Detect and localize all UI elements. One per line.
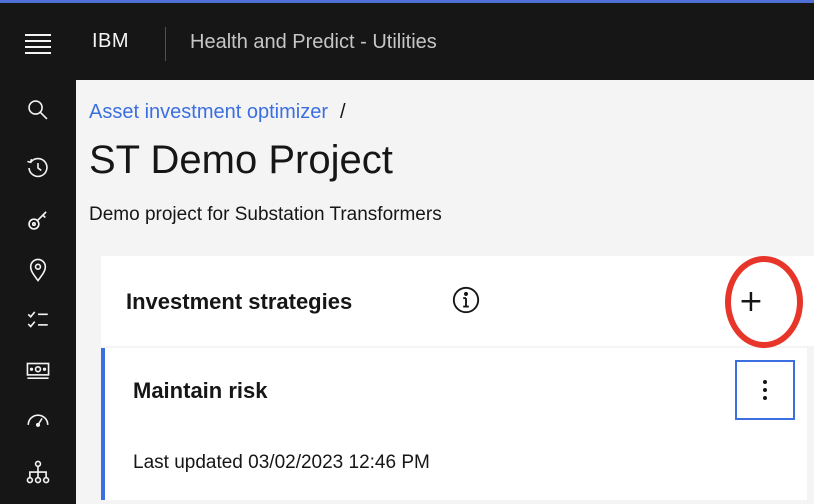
gauge-icon[interactable] [24,406,52,434]
last-updated-text: Last updated 03/02/2023 12:46 PM [133,452,430,473]
page-title: ST Demo Project [89,138,393,182]
header-divider [165,27,166,61]
location-pin-icon[interactable] [24,256,52,284]
hierarchy-icon[interactable] [24,458,52,486]
side-navigation [0,80,76,504]
asset-key-icon[interactable] [24,206,52,234]
breadcrumb-link-asset-investment-optimizer[interactable]: Asset investment optimizer [89,101,328,123]
information-icon[interactable] [451,285,481,315]
brand-logo: IBM [92,30,130,52]
recent-history-icon[interactable] [24,154,52,182]
strategy-name: Maintain risk [133,378,268,403]
breadcrumb: Asset investment optimizer / [89,101,346,124]
checklist-icon[interactable] [24,306,52,334]
section-title: Investment strategies [126,289,353,314]
hamburger-menu-icon[interactable] [25,34,51,54]
search-icon[interactable] [24,96,52,124]
investment-strategies-header: Investment strategies + [101,256,814,346]
page-description: Demo project for Substation Transformers [89,204,442,225]
overflow-menu-icon[interactable] [735,360,795,420]
money-icon[interactable] [24,356,52,384]
add-strategy-button[interactable]: + [726,276,776,326]
top-header-bar: IBM Health and Predict - Utilities [0,0,814,80]
breadcrumb-separator: / [339,101,346,123]
app-title: Health and Predict - Utilities [190,31,437,53]
strategy-card[interactable]: Maintain risk Last updated 03/02/2023 12… [101,348,807,500]
